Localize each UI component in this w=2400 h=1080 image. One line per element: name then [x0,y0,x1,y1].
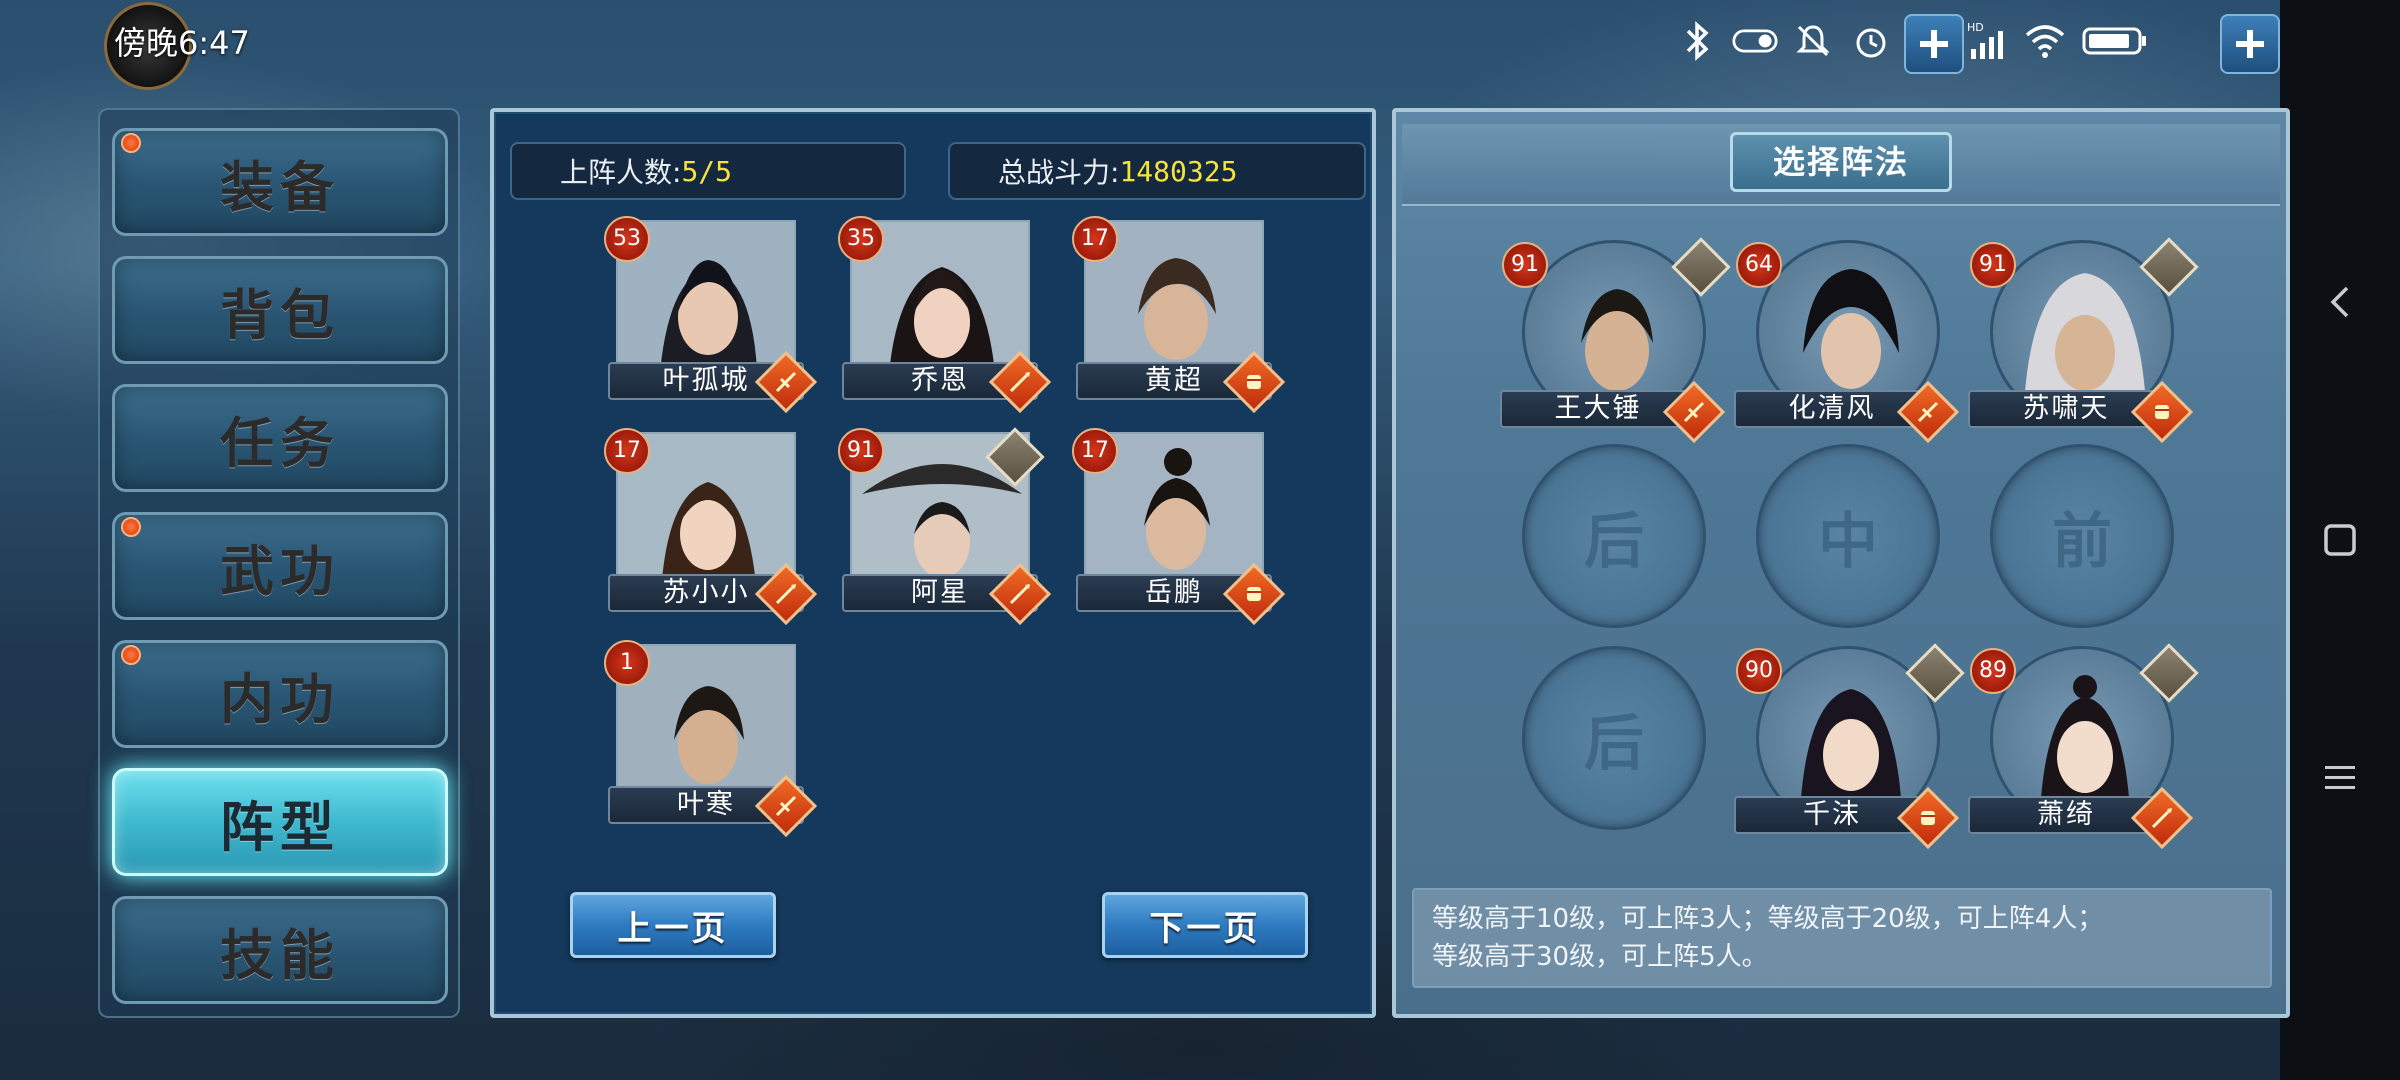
menu-item-skills[interactable]: 技能 [112,896,448,1004]
total-power-label: 总战斗力: [998,156,1120,189]
level-badge: 35 [838,216,884,262]
next-page-button[interactable]: 下一页 [1102,892,1308,958]
back-icon[interactable] [2280,262,2400,342]
total-power-value: 1480325 [1119,154,1238,188]
notification-dot [121,133,141,153]
menu-item-bag[interactable]: 背包 [112,256,448,364]
plus-button[interactable] [2220,14,2280,74]
level-badge: 17 [1072,428,1118,474]
formation-panel: 选择阵法 91 王大锤 64 化清风 91 苏啸天 后 中 前 后 90 千沫 … [1392,108,2290,1018]
level-badge: 91 [838,428,884,474]
recents-icon[interactable] [2280,738,2400,818]
level-badge: 64 [1736,242,1782,288]
menu-item-label: 武功 [220,538,340,603]
formation-slot[interactable]: 64 化清风 [1734,240,1964,444]
level-badge: 1 [604,640,650,686]
menu-item-inner-power[interactable]: 内功 [112,640,448,748]
menu-item-label: 任务 [220,410,340,475]
hero-card[interactable]: 17 岳鹏 [1072,428,1286,632]
status-time: 傍晚6:47 [114,24,250,62]
select-formation-button[interactable]: 选择阵法 [1730,132,1952,192]
formation-rules-info: 等级高于10级，可上阵3人；等级高于20级，可上阵4人； 等级高于30级，可上阵… [1412,888,2272,988]
info-line: 等级高于10级，可上阵3人；等级高于20级，可上阵4人； [1432,904,2104,934]
notification-dot [121,517,141,537]
level-badge: 91 [1502,242,1548,288]
menu-item-label: 背包 [220,282,340,347]
formation-slot[interactable]: 91 苏啸天 [1968,237,2199,444]
prev-page-button[interactable]: 上一页 [570,892,776,958]
menu-item-martial-arts[interactable]: 武功 [112,512,448,620]
formation-slot-empty[interactable]: 后 [1522,646,1706,830]
hero-card[interactable]: 53 叶孤城 [604,216,818,420]
hero-card[interactable]: 1 叶寒 [604,640,818,844]
level-badge: 90 [1736,648,1782,694]
alarm-icon [1848,18,1894,64]
menu-item-equipment[interactable]: 装备 [112,128,448,236]
info-line: 等级高于30级，可上阵5人。 [1432,942,1768,972]
home-icon[interactable] [2280,500,2400,580]
level-badge: 89 [1970,648,2016,694]
level-badge: 91 [1970,242,2016,288]
menu-item-formation[interactable]: 阵型 [112,768,448,876]
formation-slot-empty[interactable]: 中 [1756,444,1940,628]
hero-card[interactable]: 17 苏小小 [604,428,818,632]
bluetooth-icon [1674,18,1720,64]
deploy-count-label: 上阵人数: [560,156,682,189]
svg-text:HD: HD [1967,21,1984,34]
menu-item-label: 阵型 [220,794,340,859]
menu-item-label: 技能 [220,922,340,987]
system-navigation-bar [2280,0,2400,1080]
plus-button[interactable] [1904,14,1964,74]
notification-dot [121,645,141,665]
deploy-count-value: 5/5 [681,154,733,188]
formation-slot[interactable]: 89 萧绮 [1968,643,2199,850]
side-menu: 装备 背包 任务 武功 内功 阵型 技能 [98,108,460,1018]
level-badge: 53 [604,216,650,262]
formation-slot[interactable]: 91 王大锤 [1500,237,1731,444]
total-power-box: 总战斗力: 1480325 [948,142,1366,200]
hero-card[interactable]: 17 黄超 [1072,216,1286,420]
level-badge: 17 [604,428,650,474]
level-badge: 17 [1072,216,1118,262]
toggle-icon [1732,18,1778,64]
menu-item-label: 装备 [220,154,340,219]
formation-slot-empty[interactable]: 前 [1990,444,2174,628]
hero-card[interactable]: 35 乔恩 [838,216,1052,420]
roster-panel: 上阵人数: 5/5 总战斗力: 1480325 53 叶孤城 35 乔恩 17 … [490,108,1376,1018]
hd-signal-icon: HD [1964,18,2010,64]
battery-icon [2080,18,2150,64]
deploy-count-box: 上阵人数: 5/5 [510,142,906,200]
formation-slot[interactable]: 90 千沫 [1734,643,1965,850]
menu-item-label: 内功 [220,666,340,731]
formation-slot-empty[interactable]: 后 [1522,444,1706,628]
menu-item-quests[interactable]: 任务 [112,384,448,492]
hero-card[interactable]: 91 阿星 [838,427,1052,632]
wifi-icon [2022,18,2068,64]
status-bar: 傍晚6:47 HD HD [0,0,2280,90]
mute-icon [1790,18,1836,64]
